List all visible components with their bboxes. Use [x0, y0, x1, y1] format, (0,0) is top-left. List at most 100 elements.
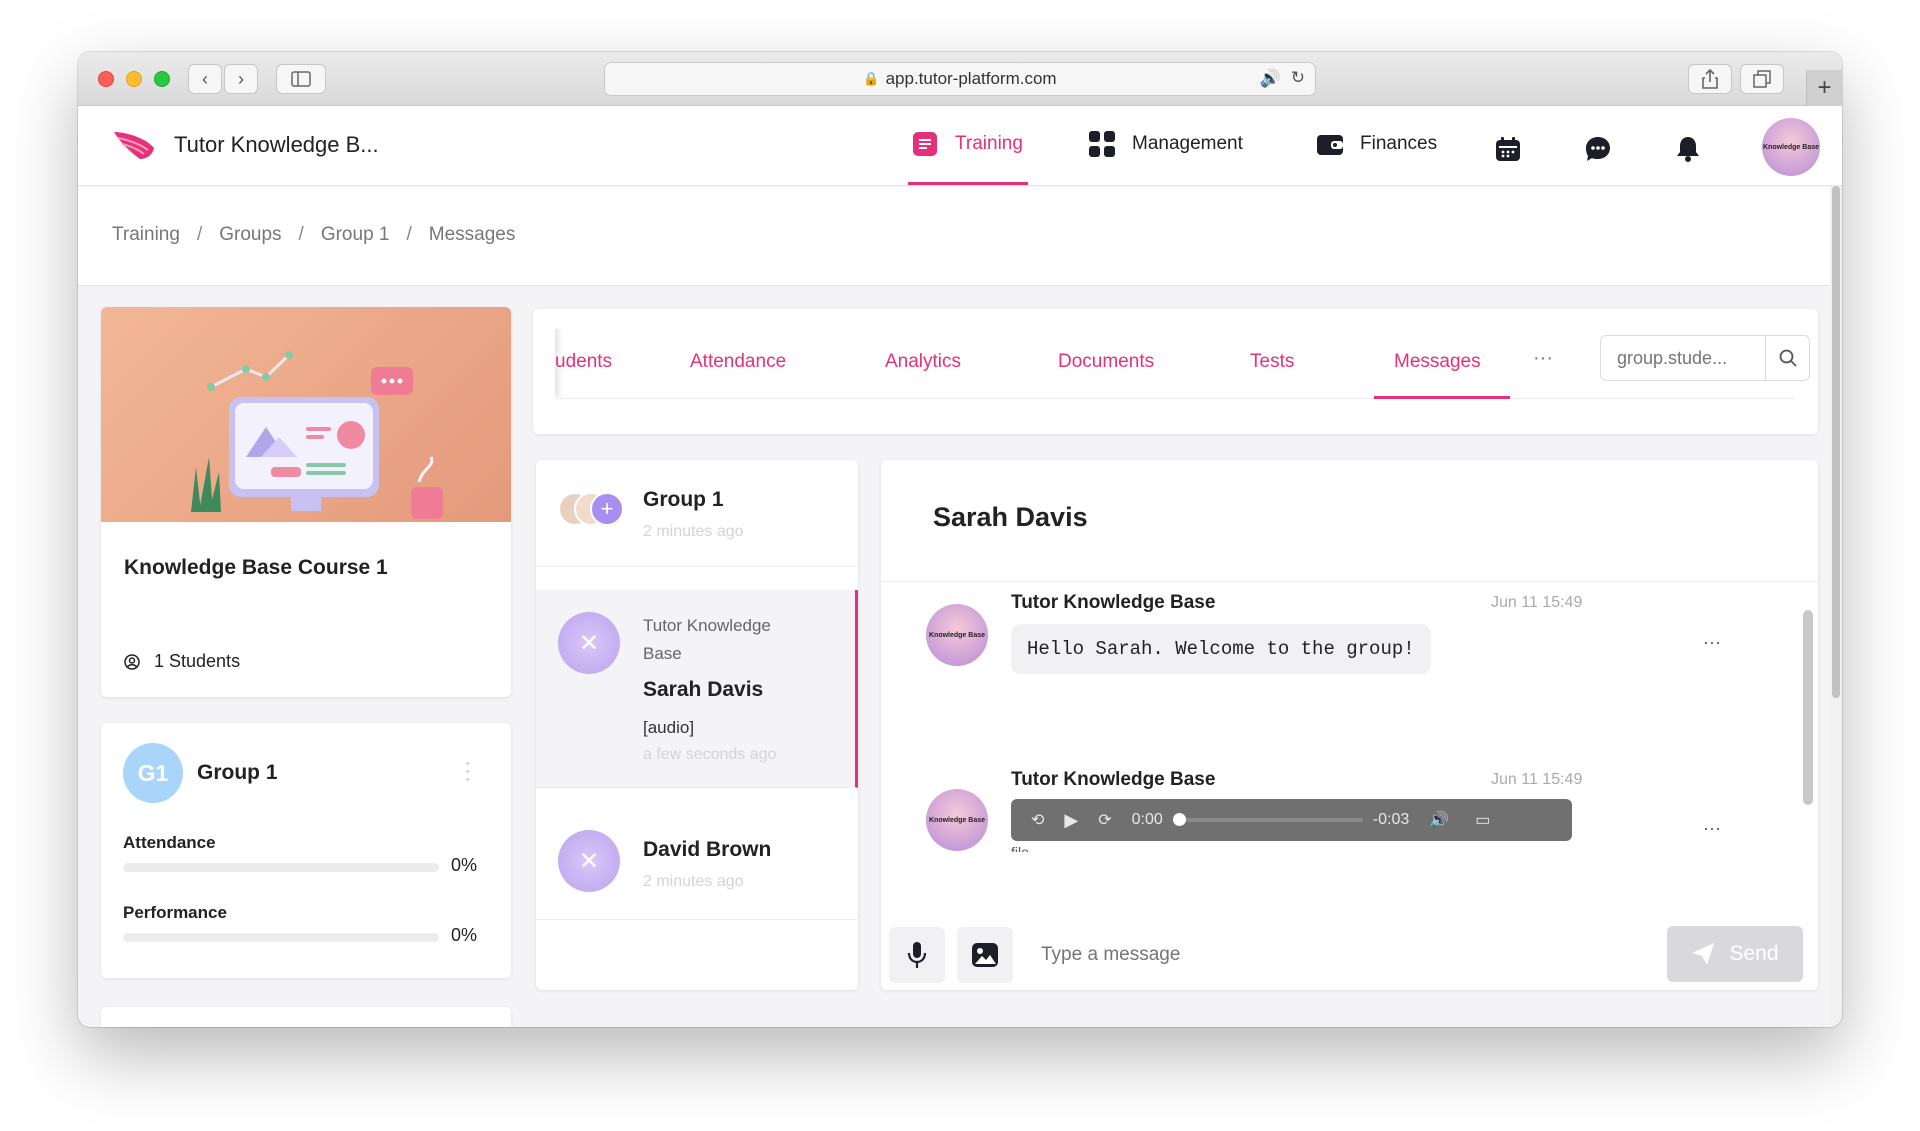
- page-scrollbar[interactable]: [1830, 186, 1842, 1027]
- send-label: Send: [1729, 942, 1779, 965]
- course-students: 1 Students: [124, 651, 240, 672]
- nav-management[interactable]: Management: [1088, 130, 1243, 158]
- tabs-baseline: [555, 398, 1795, 399]
- nav-finances-label: Finances: [1360, 133, 1438, 154]
- nav-finances[interactable]: Finances: [1316, 130, 1437, 158]
- send-icon: [1692, 943, 1715, 965]
- app-logo[interactable]: [112, 130, 156, 165]
- course-illustration: [101, 307, 511, 522]
- breadcrumb-training[interactable]: Training: [112, 224, 180, 246]
- message-menu-button[interactable]: ···: [1703, 818, 1721, 839]
- tab-analytics[interactable]: Analytics: [885, 351, 961, 373]
- course-card[interactable]: Knowledge Base Course 1 1 Students: [101, 307, 511, 697]
- chevron-right-icon: ›: [238, 68, 244, 89]
- audio-progress-track[interactable]: [1172, 813, 1363, 826]
- search-button[interactable]: [1765, 336, 1809, 380]
- forward-15-icon[interactable]: ⟳: [1098, 810, 1111, 830]
- avatar-text: Knowledge Base: [1762, 143, 1819, 151]
- group-tabs-card: udents Attendance Analytics Documents Te…: [533, 309, 1818, 434]
- conversation-sender: Tutor Knowledge Base: [643, 616, 771, 663]
- message-menu-button[interactable]: ···: [1703, 632, 1721, 653]
- conversation-name: Sarah Davis: [643, 678, 764, 701]
- performance-label: Performance: [123, 903, 227, 922]
- message-sender: Tutor Knowledge Base: [1011, 769, 1216, 790]
- sender-avatar: Knowledge Base: [926, 789, 988, 851]
- forward-button[interactable]: ›: [224, 64, 258, 94]
- sidebar-toggle-button[interactable]: [276, 64, 326, 94]
- share-button[interactable]: [1688, 64, 1732, 94]
- conversation-last-message: [audio]: [643, 718, 695, 737]
- conversation-time: a few seconds ago: [643, 746, 777, 763]
- page-scrollbar-thumb[interactable]: [1832, 186, 1840, 698]
- chat-icon[interactable]: [1583, 134, 1613, 164]
- conversation-sarah-davis[interactable]: ✕ Tutor Knowledge Base Sarah Davis [audi…: [536, 590, 858, 788]
- tabs-icon: [1753, 70, 1771, 88]
- conversation-time: 2 minutes ago: [643, 523, 744, 540]
- student-search: [1600, 335, 1810, 381]
- chat-scrollbar[interactable]: [1803, 610, 1813, 805]
- tab-attendance[interactable]: Attendance: [690, 351, 786, 373]
- volume-icon[interactable]: 🔊: [1429, 810, 1449, 830]
- group-avatars: +: [558, 490, 628, 530]
- record-audio-button[interactable]: [889, 927, 945, 983]
- address-bar[interactable]: 🔒 app.tutor-platform.com 🔊 ↻: [604, 62, 1316, 96]
- message-area[interactable]: Knowledge Base Tutor Knowledge Base Jun …: [881, 582, 1818, 852]
- user-avatar[interactable]: Knowledge Base: [1762, 118, 1820, 176]
- attach-image-button[interactable]: [957, 927, 1013, 983]
- message-composer: Send: [881, 915, 1818, 990]
- sidebar-icon: [291, 71, 311, 87]
- add-member-icon[interactable]: +: [590, 492, 624, 526]
- nav-training[interactable]: Training: [911, 130, 1023, 158]
- breadcrumb: Training / Groups / Group 1 / Messages: [112, 224, 516, 246]
- more-tabs-button[interactable]: ···: [1533, 347, 1553, 370]
- search-input[interactable]: [1601, 336, 1765, 380]
- plus-icon: +: [1817, 74, 1832, 101]
- attendance-bar: [123, 863, 439, 872]
- play-icon[interactable]: ▶: [1064, 810, 1078, 831]
- new-tab-button[interactable]: +: [1806, 70, 1842, 106]
- attendance-value: 0%: [451, 855, 478, 875]
- app-header: Tutor Knowledge B... Training Management…: [78, 106, 1842, 186]
- rewind-15-icon[interactable]: ⟲: [1031, 810, 1044, 830]
- calendar-icon[interactable]: [1493, 134, 1523, 164]
- performance-bar: [123, 933, 439, 942]
- tab-documents[interactable]: Documents: [1058, 351, 1154, 373]
- minimize-window-button[interactable]: [126, 71, 142, 87]
- group-name[interactable]: Group 1: [197, 761, 278, 785]
- reload-icon[interactable]: ↻: [1291, 68, 1305, 88]
- breadcrumb-group-1[interactable]: Group 1: [321, 224, 390, 246]
- back-button[interactable]: ‹: [188, 64, 222, 94]
- message-input[interactable]: [1041, 935, 1641, 975]
- speaker-icon[interactable]: 🔊: [1260, 69, 1281, 89]
- breadcrumb-groups[interactable]: Groups: [219, 224, 281, 246]
- wing-logo-icon: [114, 132, 154, 159]
- bell-icon[interactable]: [1673, 134, 1703, 164]
- airplay-icon[interactable]: ▭: [1475, 810, 1490, 830]
- course-title[interactable]: Knowledge Base Course 1: [124, 551, 424, 584]
- tabs-overview-button[interactable]: [1740, 64, 1784, 94]
- tab-messages[interactable]: Messages: [1394, 351, 1481, 373]
- audio-progress-handle[interactable]: [1172, 813, 1186, 826]
- conversation-time: 2 minutes ago: [643, 873, 744, 890]
- attendance-label: Attendance: [123, 833, 216, 852]
- conversation-name: David Brown: [643, 838, 772, 861]
- chat-contact-name: Sarah Davis: [933, 502, 1088, 532]
- message-time: Jun 11 15:49: [1491, 771, 1583, 788]
- contact-avatar: ✕: [558, 830, 620, 892]
- tab-tests[interactable]: Tests: [1250, 351, 1294, 373]
- breadcrumb-messages: Messages: [428, 224, 516, 245]
- conversation-name: Group 1: [643, 488, 724, 511]
- audio-player[interactable]: ⟲ ▶ ⟳ 0:00 -0:03 🔊 ▭: [1011, 799, 1572, 841]
- conversation-david-brown[interactable]: ✕ David Brown 2 minutes ago: [536, 788, 858, 920]
- user-circle-icon: [124, 653, 140, 670]
- conversation-group-1[interactable]: + Group 1 2 minutes ago: [536, 460, 858, 567]
- contact-avatar: ✕: [558, 612, 620, 674]
- tab-students[interactable]: udents: [555, 351, 612, 373]
- group-menu-icon[interactable]: · · ·: [464, 753, 471, 789]
- close-window-button[interactable]: [98, 71, 114, 87]
- document-icon: [911, 130, 939, 158]
- app-name[interactable]: Tutor Knowledge B...: [174, 132, 379, 158]
- send-button[interactable]: Send: [1667, 926, 1803, 982]
- maximize-window-button[interactable]: [154, 71, 170, 87]
- audio-remaining-time: -0:03: [1372, 811, 1410, 828]
